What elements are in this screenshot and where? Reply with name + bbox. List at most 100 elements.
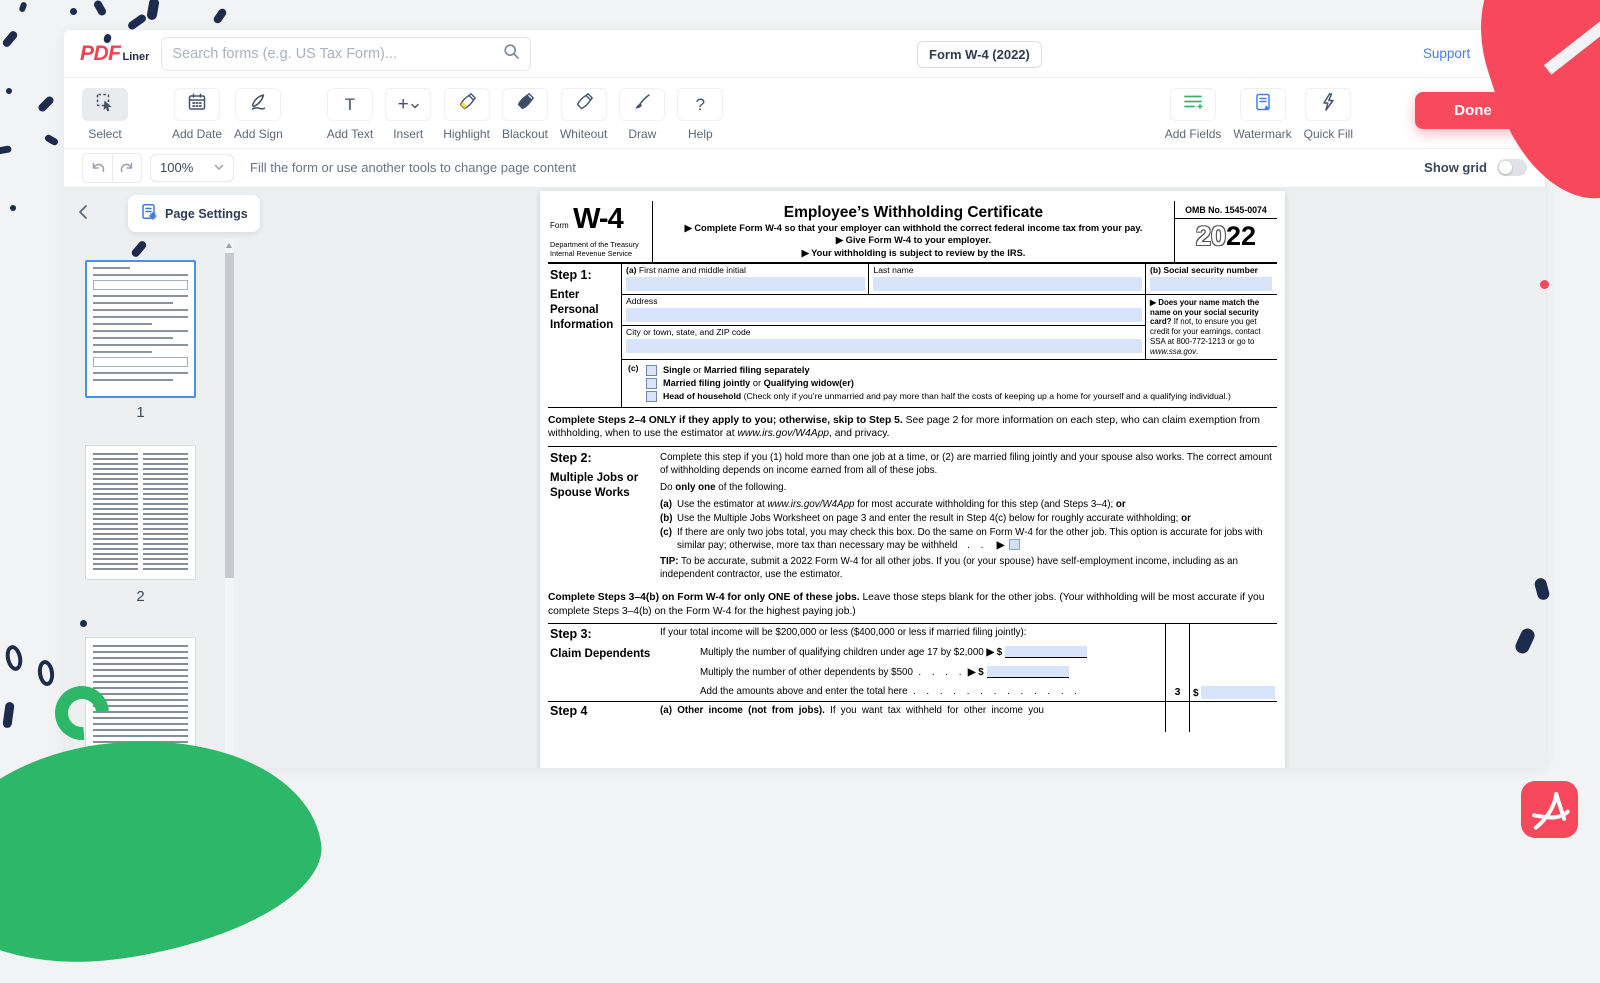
add-sign-button[interactable]: Add Sign (234, 88, 283, 141)
city-field[interactable] (626, 339, 1142, 353)
collapse-sidebar-button[interactable] (78, 204, 88, 225)
blackout-label: Blackout (502, 127, 548, 141)
blackout-brush-icon (515, 92, 535, 117)
insert-button[interactable]: + Insert (385, 88, 431, 141)
filing-status-married-row: Married filing jointly or Qualifying wid… (646, 378, 1277, 389)
children-amount-field[interactable] (1005, 646, 1087, 658)
page-thumbnail-2[interactable] (85, 445, 196, 580)
step1-section: Step 1: Enter Personal Information (a) F… (548, 264, 1277, 408)
highlight-button[interactable]: Highlight (443, 88, 490, 141)
omb-number: OMB No. 1545-0074 (1175, 201, 1277, 219)
form-bullet1: ▶ Complete Form W-4 so that your employe… (659, 222, 1168, 234)
pdfliner-logo[interactable]: PDF Liner (80, 42, 149, 66)
show-grid-label: Show grid (1424, 160, 1487, 175)
calendar-icon (187, 92, 207, 117)
redo-button[interactable] (112, 154, 141, 182)
step3-dependents-line: Multiply the number of other dependents … (660, 666, 1165, 678)
quick-fill-button[interactable]: Quick Fill (1304, 88, 1353, 141)
last-name-label: Last name (873, 265, 1145, 275)
step2-subheading: Multiple Jobs or Spouse Works (550, 471, 660, 501)
select-tool-button[interactable]: Select (82, 88, 128, 141)
select-cursor-icon (95, 92, 116, 118)
last-name-field[interactable] (873, 277, 1142, 291)
pdf-badge-icon (1521, 781, 1578, 838)
thumbnail-scrollbar[interactable] (225, 239, 234, 768)
question-mark-icon: ? (696, 95, 705, 115)
login-link[interactable]: Log in (1492, 46, 1529, 61)
text-tool-icon: T (345, 95, 355, 115)
plus-icon: + (398, 94, 409, 116)
help-button[interactable]: ? Help (677, 88, 723, 141)
add-fields-button[interactable]: Add Fields (1165, 88, 1222, 141)
step3-intro: If your total income will be $200,000 or… (660, 627, 1165, 638)
dept-line2: Internal Revenue Service (550, 249, 648, 258)
confetti-decoration (1, 30, 19, 49)
logo-pdf-text: PDF (80, 42, 121, 66)
quick-fill-label: Quick Fill (1304, 127, 1353, 141)
thumbnail-field-box (93, 280, 188, 290)
page-settings-icon (140, 203, 158, 224)
add-date-button[interactable]: Add Date (172, 88, 222, 141)
step4-section: Step 4 (a) Other income (not from jobs).… (548, 702, 1277, 732)
header-links: Support Log in (1423, 46, 1529, 61)
scrollbar-thumb[interactable] (225, 253, 234, 578)
married-jointly-checkbox[interactable] (646, 378, 657, 389)
step3-row-number: 3 (1165, 624, 1189, 701)
search-box[interactable] (161, 37, 531, 71)
draw-button[interactable]: Draw (619, 88, 665, 141)
undo-button[interactable] (83, 154, 112, 182)
paintbrush-icon (632, 92, 652, 117)
step2-item-c: (c) If there are only two jobs total, yo… (660, 526, 1277, 552)
blackout-button[interactable]: Blackout (502, 88, 548, 141)
step3-children-line: Multiply the number of qualifying childr… (660, 646, 1165, 658)
chevron-down-icon (214, 164, 224, 171)
address-label: Address (626, 296, 1145, 306)
address-field[interactable] (626, 308, 1142, 322)
select-tool-label: Select (88, 127, 121, 141)
page-thumbnail-3[interactable] (85, 637, 196, 768)
filing-status-prefix: (c) (624, 363, 646, 404)
show-grid-toggle[interactable] (1497, 159, 1527, 176)
step2-do-line: Do only one of the following. (660, 481, 1277, 494)
highlight-label: Highlight (443, 127, 490, 141)
page-thumbnail-1[interactable] (85, 260, 196, 398)
pdf-page: Form W-4 Department of the Treasury Inte… (540, 191, 1285, 768)
ssn-label: Social security number (1163, 265, 1258, 275)
whiteout-brush-icon (574, 92, 594, 117)
step3-amount-cell: $ (1189, 624, 1277, 701)
highlight-brush-icon (457, 92, 477, 117)
two-jobs-checkbox[interactable] (1009, 539, 1020, 550)
toggle-knob (1499, 161, 1512, 174)
zoom-select[interactable]: 100% (150, 154, 234, 182)
lightning-icon (1319, 92, 1337, 117)
support-link[interactable]: Support (1423, 46, 1470, 61)
search-input[interactable] (172, 46, 503, 62)
add-fields-icon (1182, 92, 1204, 117)
whiteout-button[interactable]: Whiteout (560, 88, 607, 141)
document-title-badge: Form W-4 (2022) (917, 41, 1042, 68)
step1-heading: Step 1: (550, 268, 619, 282)
done-button[interactable]: Done (1415, 92, 1531, 129)
form-word: Form (550, 221, 569, 230)
step1-subheading: Enter Personal Information (550, 288, 619, 333)
ssn-field[interactable] (1150, 277, 1272, 291)
page-settings-button[interactable]: Page Settings (128, 195, 260, 232)
first-name-field[interactable] (626, 277, 865, 291)
page-settings-label: Page Settings (165, 207, 248, 221)
red-blob-slash (1544, 0, 1600, 75)
dependents-amount-field[interactable] (987, 666, 1069, 678)
watermark-label: Watermark (1233, 127, 1291, 141)
scroll-up-arrow-icon[interactable] (226, 243, 232, 248)
search-icon[interactable] (503, 43, 520, 65)
toolbar-hint-text: Fill the form or use another tools to ch… (250, 160, 576, 175)
scroll-down-arrow-icon[interactable] (226, 759, 232, 764)
main-toolbar: Select Add Date Add Sign T Add Text (64, 78, 1545, 148)
watermark-button[interactable]: Watermark (1233, 88, 1291, 141)
add-fields-label: Add Fields (1165, 127, 1222, 141)
head-of-household-checkbox[interactable] (646, 391, 657, 402)
filing-status-single-row: Single or Married filing separately (646, 365, 1277, 376)
add-text-button[interactable]: T Add Text (327, 88, 373, 141)
step3-total-field[interactable] (1201, 686, 1275, 699)
add-sign-label: Add Sign (234, 127, 283, 141)
single-checkbox[interactable] (646, 365, 657, 376)
